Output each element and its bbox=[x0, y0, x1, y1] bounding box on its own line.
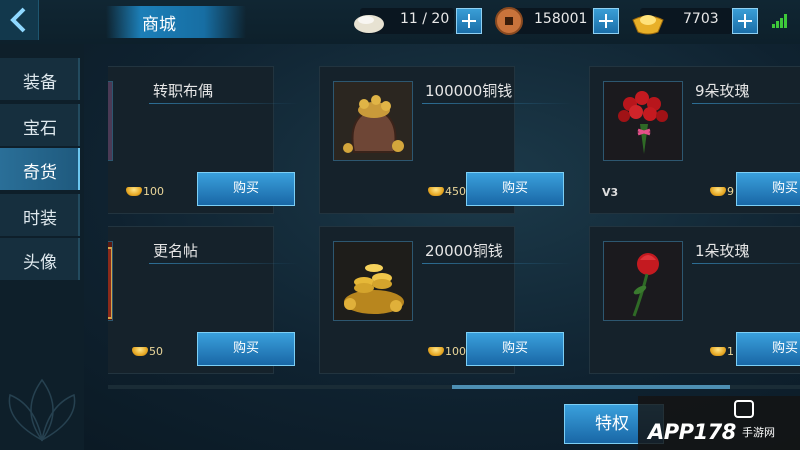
signal-icon bbox=[772, 14, 788, 28]
shop-item-grid: 转职布偶 100 购买 100000铜钱 450 购买 9朵玫瑰 V3 9 购买… bbox=[108, 66, 800, 386]
item-divider bbox=[149, 103, 299, 104]
shop-item-card[interactable]: 100000铜钱 450 购买 bbox=[319, 66, 572, 214]
tab-label: 奇货 bbox=[23, 163, 57, 183]
ingot-icon bbox=[710, 347, 726, 356]
buy-button[interactable]: 购买 bbox=[197, 332, 295, 366]
shop-item-card[interactable]: 9朵玫瑰 V3 9 购买 bbox=[589, 66, 800, 214]
rename-card-icon bbox=[108, 242, 112, 320]
tab-label: 时装 bbox=[23, 209, 57, 229]
item-divider bbox=[692, 103, 800, 104]
price-value: 100 bbox=[143, 185, 164, 198]
tab-label: 宝石 bbox=[23, 119, 57, 139]
watermark-sub: 手游网 bbox=[742, 426, 775, 439]
rose-icon bbox=[604, 242, 682, 320]
add-gold-button[interactable] bbox=[732, 8, 758, 34]
item-thumbnail bbox=[333, 81, 413, 161]
item-price: 100 bbox=[126, 185, 164, 198]
price-value: 100 bbox=[445, 345, 466, 358]
item-thumbnail bbox=[108, 81, 113, 161]
gold-value: 7703 bbox=[683, 11, 719, 27]
shop-item-card[interactable]: 20000铜钱 100 购买 bbox=[319, 226, 572, 374]
back-button[interactable] bbox=[0, 0, 39, 40]
price-value: 1 bbox=[727, 345, 734, 358]
ingot-icon bbox=[710, 187, 726, 196]
item-divider bbox=[422, 263, 572, 264]
item-thumbnail bbox=[108, 241, 113, 321]
ingot-icon bbox=[428, 187, 444, 196]
item-name: 100000铜钱 bbox=[425, 82, 513, 100]
rose-bouquet-icon bbox=[604, 82, 682, 160]
ingot-icon bbox=[428, 347, 444, 356]
item-thumbnail bbox=[333, 241, 413, 321]
tab-curios[interactable]: 奇货 bbox=[0, 148, 80, 190]
shop-item-card[interactable]: 更名帖 50 购买 bbox=[108, 226, 299, 374]
item-price: 100 bbox=[428, 345, 466, 358]
price-value: 50 bbox=[149, 345, 163, 358]
item-thumbnail bbox=[603, 81, 683, 161]
item-divider bbox=[692, 263, 800, 264]
gold-ingot-icon bbox=[632, 15, 664, 35]
back-arrow-icon bbox=[10, 7, 26, 33]
page-title: 商城 bbox=[142, 15, 176, 35]
vip-requirement: V3 bbox=[602, 186, 619, 199]
title-banner bbox=[106, 6, 246, 38]
horizontal-scroll-thumb[interactable] bbox=[452, 385, 730, 389]
tab-gems[interactable]: 宝石 bbox=[0, 104, 80, 146]
watermark-brand: APP178 bbox=[648, 420, 736, 444]
tab-label: 头像 bbox=[23, 253, 57, 273]
item-price: 50 bbox=[132, 345, 163, 358]
doll-icon bbox=[108, 82, 112, 160]
coin-pile-icon bbox=[334, 242, 412, 320]
phone-logo-icon bbox=[734, 400, 754, 418]
lotus-decoration-icon bbox=[8, 378, 76, 442]
ingot-icon bbox=[126, 187, 142, 196]
item-name: 9朵玫瑰 bbox=[695, 82, 750, 100]
price-value: 9 bbox=[727, 185, 734, 198]
coin-bag-icon bbox=[334, 82, 412, 160]
buy-button[interactable]: 购买 bbox=[466, 172, 564, 206]
shop-item-card[interactable]: 1朵玫瑰 1 购买 bbox=[589, 226, 800, 374]
ingot-icon bbox=[132, 347, 148, 356]
item-divider bbox=[422, 103, 572, 104]
buy-button[interactable]: 购买 bbox=[197, 172, 295, 206]
stamina-value: 11 / 20 bbox=[400, 11, 450, 27]
copper-value: 158001 bbox=[534, 11, 588, 27]
item-name: 20000铜钱 bbox=[425, 242, 503, 260]
buy-button[interactable]: 购买 bbox=[736, 332, 800, 366]
add-copper-button[interactable] bbox=[593, 8, 619, 34]
item-price: 1 bbox=[710, 345, 734, 358]
tab-avatar[interactable]: 头像 bbox=[0, 238, 80, 280]
tab-label: 装备 bbox=[23, 73, 57, 93]
item-name: 转职布偶 bbox=[153, 82, 214, 100]
buy-button[interactable]: 购买 bbox=[736, 172, 800, 206]
item-price: 9 bbox=[710, 185, 734, 198]
stamina-bun-icon bbox=[354, 15, 384, 33]
tab-equipment[interactable]: 装备 bbox=[0, 58, 80, 100]
tab-fashion[interactable]: 时装 bbox=[0, 194, 80, 236]
item-name: 1朵玫瑰 bbox=[695, 242, 750, 260]
copper-coin-icon bbox=[495, 7, 523, 35]
buy-button[interactable]: 购买 bbox=[466, 332, 564, 366]
item-thumbnail bbox=[603, 241, 683, 321]
item-name: 更名帖 bbox=[153, 242, 199, 260]
item-price: 450 bbox=[428, 185, 466, 198]
item-divider bbox=[149, 263, 299, 264]
shop-item-card[interactable]: 转职布偶 100 购买 bbox=[108, 66, 299, 214]
add-stamina-button[interactable] bbox=[456, 8, 482, 34]
price-value: 450 bbox=[445, 185, 466, 198]
